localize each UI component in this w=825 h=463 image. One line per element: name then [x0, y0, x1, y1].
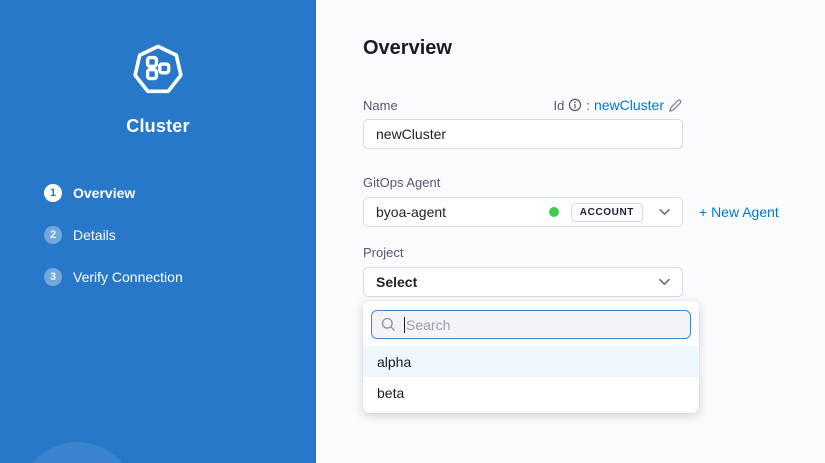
- sidebar-decorative-circle: [18, 442, 136, 463]
- id-label: Id: [554, 98, 565, 113]
- project-options-list: alpha beta: [363, 346, 699, 408]
- chevron-down-icon: [659, 278, 670, 286]
- project-dropdown-panel: alpha beta: [363, 301, 699, 413]
- wizard-steps: 1 Overview 2 Details 3 Verify Connection: [44, 184, 316, 286]
- gitops-agent-row: byoa-agent ACCOUNT + New Agent: [363, 197, 825, 227]
- gitops-agent-select[interactable]: byoa-agent ACCOUNT: [363, 197, 683, 227]
- project-search-input[interactable]: [405, 317, 681, 333]
- agent-scope-badge: ACCOUNT: [571, 203, 643, 222]
- step-label: Overview: [73, 185, 135, 201]
- id-value: newCluster: [594, 97, 664, 113]
- name-label: Name: [363, 98, 398, 113]
- info-icon[interactable]: [568, 98, 582, 112]
- cluster-name-input[interactable]: [363, 119, 683, 149]
- step-label: Verify Connection: [73, 269, 183, 285]
- cluster-icon: [132, 44, 184, 96]
- step-details[interactable]: 2 Details: [44, 226, 316, 244]
- gitops-agent-label: GitOps Agent: [363, 175, 825, 190]
- step-number-badge: 3: [44, 268, 62, 286]
- page-title: Overview: [363, 36, 825, 60]
- gitops-agent-value: byoa-agent: [376, 204, 446, 220]
- project-label: Project: [363, 245, 825, 260]
- project-search-box[interactable]: [371, 310, 691, 339]
- overview-form-panel: Overview Name Id : newCluster GitOps Age…: [316, 0, 825, 463]
- option-beta[interactable]: beta: [363, 377, 699, 408]
- search-icon: [381, 317, 396, 332]
- wizard-sidebar: Cluster 1 Overview 2 Details 3 Verify Co…: [0, 0, 316, 463]
- chevron-down-icon: [659, 208, 670, 216]
- step-number-badge: 2: [44, 226, 62, 244]
- step-verify-connection[interactable]: 3 Verify Connection: [44, 268, 316, 286]
- step-label: Details: [73, 227, 116, 243]
- id-line: Id : newCluster: [554, 97, 684, 113]
- step-number-badge: 1: [44, 184, 62, 202]
- name-field-header: Name Id : newCluster: [363, 97, 683, 113]
- step-overview[interactable]: 1 Overview: [44, 184, 316, 202]
- new-agent-link[interactable]: + New Agent: [699, 204, 779, 220]
- project-select-value: Select: [376, 274, 417, 290]
- option-alpha[interactable]: alpha: [363, 346, 699, 377]
- project-select[interactable]: Select: [363, 267, 683, 297]
- edit-id-icon[interactable]: [668, 98, 683, 113]
- wizard-title: Cluster: [0, 116, 316, 137]
- id-separator: :: [586, 98, 590, 113]
- agent-health-dot: [549, 207, 559, 217]
